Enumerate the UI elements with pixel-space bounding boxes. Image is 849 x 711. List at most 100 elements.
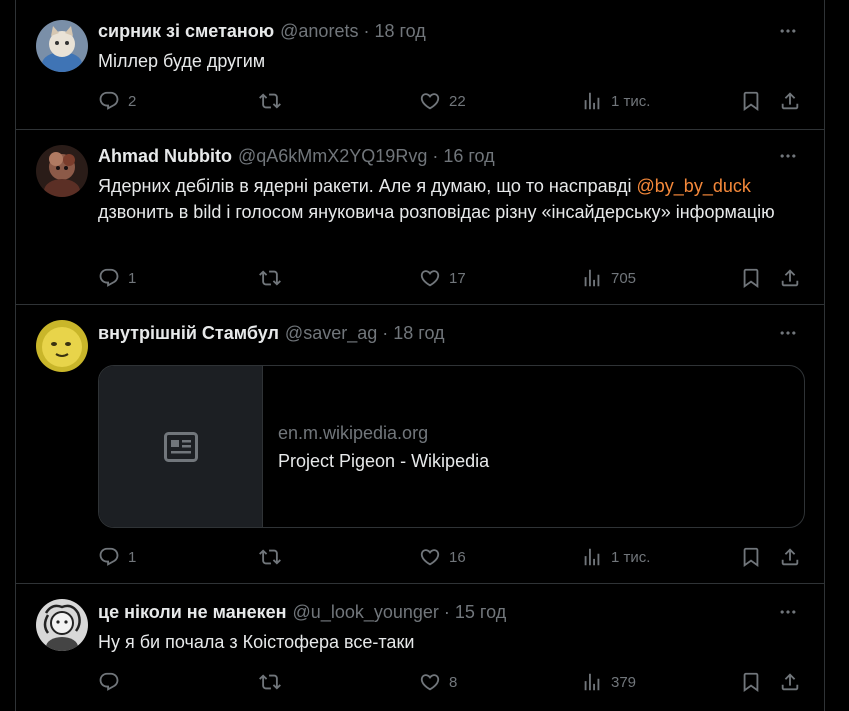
retweet-button[interactable] [259, 542, 281, 572]
more-options-button[interactable] [772, 144, 804, 168]
tweet-header: сирник зі сметаною @anorets · 18 год [98, 19, 426, 43]
tweet-header: Ahmad Nubbito @qA6kMmX2YQ19Rvg · 16 год [98, 144, 495, 168]
timeline-feed: сирник зі сметаною @anorets · 18 год Міл… [15, 0, 825, 711]
reply-count: 1 [128, 548, 137, 566]
views-button[interactable]: 705 [581, 263, 636, 293]
tweet-text-part: Ядерних дебілів в ядерні ракети. Але я д… [98, 176, 637, 196]
bookmark-button[interactable] [740, 263, 762, 293]
retweet-button[interactable] [259, 667, 281, 697]
bookmark-icon [740, 90, 762, 112]
reply-icon [98, 546, 120, 568]
author-name[interactable]: це ніколи не манекен [98, 602, 287, 623]
avatar[interactable] [36, 145, 88, 197]
more-icon [778, 146, 798, 166]
reply-button[interactable] [98, 667, 128, 697]
share-button[interactable] [779, 542, 801, 572]
author-name[interactable]: внутрішній Стамбул [98, 323, 279, 344]
view-count: 379 [611, 673, 637, 691]
like-button[interactable]: 22 [419, 86, 466, 116]
more-options-button[interactable] [772, 19, 804, 43]
more-options-button[interactable] [772, 600, 804, 624]
author-handle[interactable]: @saver_ag [285, 323, 377, 344]
author-handle[interactable]: @anorets [280, 21, 358, 42]
like-icon [419, 267, 441, 289]
author-name[interactable]: сирник зі сметаною [98, 21, 274, 42]
share-button[interactable] [779, 263, 801, 293]
avatar[interactable] [36, 599, 88, 651]
views-icon [581, 90, 603, 112]
share-icon [779, 267, 801, 289]
reply-icon [98, 90, 120, 112]
separator: · [382, 322, 389, 343]
timestamp[interactable]: 15 год [455, 602, 506, 623]
timestamp[interactable]: 18 год [393, 323, 444, 344]
view-count: 705 [611, 269, 637, 287]
more-icon [778, 323, 798, 343]
link-card[interactable]: en.m.wikipedia.org Project Pigeon - Wiki… [98, 365, 805, 528]
tweet-header: внутрішній Стамбул @saver_ag · 18 год [98, 321, 445, 345]
reply-button[interactable]: 1 [98, 263, 136, 293]
retweet-button[interactable] [259, 263, 281, 293]
reply-button[interactable]: 2 [98, 86, 136, 116]
mention-link[interactable]: @by_by_duck [637, 176, 751, 196]
bookmark-button[interactable] [740, 542, 762, 572]
tweet[interactable]: Ahmad Nubbito @qA6kMmX2YQ19Rvg · 16 год … [16, 130, 824, 305]
more-options-button[interactable] [772, 321, 804, 345]
like-button[interactable]: 16 [419, 542, 466, 572]
article-icon [163, 431, 198, 462]
tweet-text: Ну я би почала з Коістофера все-таки [98, 632, 415, 652]
bookmark-icon [740, 671, 762, 693]
separator: · [363, 20, 370, 41]
reply-count: 1 [128, 269, 137, 287]
views-icon [581, 671, 603, 693]
like-icon [419, 671, 441, 693]
card-title: Project Pigeon - Wikipedia [278, 451, 490, 471]
views-icon [581, 267, 603, 289]
avatar[interactable] [36, 20, 88, 72]
reply-icon [98, 671, 120, 693]
reply-button[interactable]: 1 [98, 542, 136, 572]
bookmark-button[interactable] [740, 667, 762, 697]
avatar[interactable] [36, 320, 88, 372]
views-button[interactable]: 379 [581, 667, 636, 697]
author-handle[interactable]: @qA6kMmX2YQ19Rvg [238, 146, 427, 167]
bookmark-button[interactable] [740, 86, 762, 116]
retweet-icon [259, 546, 281, 568]
card-thumbnail [99, 366, 263, 527]
author-handle[interactable]: @u_look_younger [293, 602, 439, 623]
tweet-text-part: дзвонить в bild і голосом януковича розп… [98, 202, 775, 222]
tweet[interactable]: сирник зі сметаною @anorets · 18 год Міл… [16, 0, 824, 130]
reply-count: 2 [128, 92, 137, 110]
separator: · [432, 145, 439, 166]
tweet-text: Міллер буде другим [98, 51, 266, 71]
view-count: 1 тис. [611, 92, 651, 110]
tweet-actions: 1 16 1 тис. [16, 542, 824, 572]
share-icon [779, 671, 801, 693]
retweet-icon [259, 267, 281, 289]
like-icon [419, 546, 441, 568]
author-name[interactable]: Ahmad Nubbito [98, 146, 232, 167]
tweet[interactable]: це ніколи не манекен @u_look_younger · 1… [16, 584, 824, 711]
tweet-actions: 8 379 [16, 667, 824, 697]
like-count: 22 [449, 92, 466, 110]
views-button[interactable]: 1 тис. [581, 86, 650, 116]
share-button[interactable] [779, 86, 801, 116]
view-count: 1 тис. [611, 548, 651, 566]
share-icon [779, 546, 801, 568]
timestamp[interactable]: 16 год [443, 146, 494, 167]
tweet[interactable]: внутрішній Стамбул @saver_ag · 18 год en… [16, 305, 824, 584]
like-button[interactable]: 17 [419, 263, 466, 293]
views-button[interactable]: 1 тис. [581, 542, 650, 572]
tweet-actions: 2 22 1 тис. [16, 86, 824, 116]
bookmark-icon [740, 267, 762, 289]
share-icon [779, 90, 801, 112]
like-button[interactable]: 8 [419, 667, 457, 697]
more-icon [778, 21, 798, 41]
share-button[interactable] [779, 667, 801, 697]
timestamp[interactable]: 18 год [374, 21, 425, 42]
retweet-button[interactable] [259, 86, 281, 116]
views-icon [581, 546, 603, 568]
tweet-header: це ніколи не манекен @u_look_younger · 1… [98, 600, 506, 624]
retweet-icon [259, 671, 281, 693]
bookmark-icon [740, 546, 762, 568]
